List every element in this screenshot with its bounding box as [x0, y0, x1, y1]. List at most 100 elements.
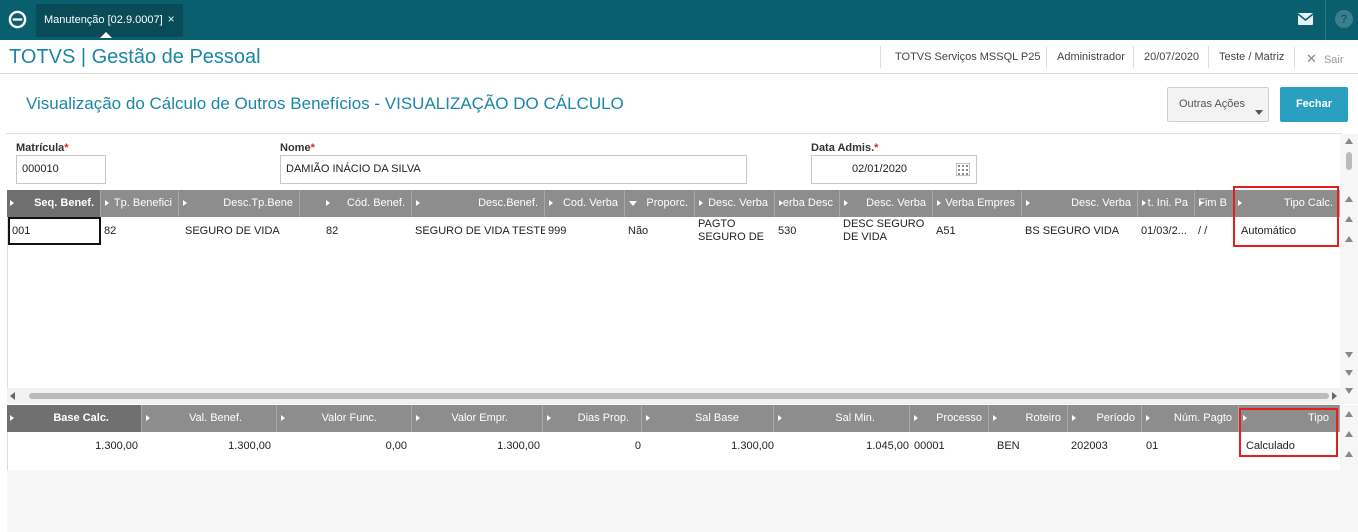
- col-fim-b[interactable]: Fim B: [1196, 190, 1234, 217]
- col-roteiro[interactable]: Roteiro: [990, 405, 1068, 432]
- cell-desc-verba: PAGTO SEGURO DE ...: [698, 218, 765, 245]
- col-verba-desc[interactable]: erba Desc: [776, 190, 840, 217]
- scroll-right-icon[interactable]: [1332, 392, 1337, 400]
- sort-icon: [914, 415, 918, 421]
- col-sal-min[interactable]: Sal Min.: [775, 405, 910, 432]
- outras-acoes-label: Outras Ações: [1179, 98, 1246, 110]
- sort-icon: [549, 200, 553, 206]
- user-label[interactable]: Administrador: [1057, 51, 1125, 63]
- col-desc-verba[interactable]: Desc. Verba: [696, 190, 775, 217]
- exit-label: Sair: [1323, 54, 1344, 66]
- nome-field[interactable]: DAMIÃO INÁCIO DA SILVA: [280, 155, 747, 184]
- scroll-left-icon[interactable]: [10, 392, 15, 400]
- cell-cod-verba: 999: [548, 225, 567, 237]
- cell-processo: 00001: [914, 440, 945, 452]
- col-proporc[interactable]: Proporc.: [626, 190, 695, 217]
- scroll-up-icon[interactable]: [1345, 451, 1353, 457]
- scroll-bottom-icon[interactable]: [1345, 388, 1353, 394]
- outras-acoes-button[interactable]: Outras Ações: [1167, 87, 1269, 122]
- cell-num-pagto: 01: [1146, 440, 1159, 452]
- cell-valor-func: 0,00: [385, 440, 407, 452]
- sort-icon: [281, 415, 285, 421]
- col-valor-func[interactable]: Valor Func.: [278, 405, 412, 432]
- data-admis-value: 02/01/2020: [852, 163, 908, 175]
- sort-icon: [778, 415, 782, 421]
- col-tp-benefici[interactable]: Tp. Benefici: [102, 190, 179, 217]
- sort-icon: [105, 200, 109, 206]
- col-desc-benef[interactable]: Desc.Benef.: [413, 190, 545, 217]
- tab-label: Manutenção [02.9.0007]: [44, 14, 163, 26]
- grid1-scrollbar[interactable]: [1340, 190, 1358, 404]
- scroll-up-icon[interactable]: [1345, 216, 1353, 222]
- col-processo[interactable]: Processo: [911, 405, 989, 432]
- grid2-empty-area: [7, 470, 1340, 532]
- sort-icon: [146, 415, 150, 421]
- sort-icon: [416, 200, 420, 206]
- scroll-down-icon[interactable]: [1345, 352, 1353, 358]
- col-sal-base[interactable]: Sal Base: [643, 405, 774, 432]
- cell-valor-empr: 1.300,00: [497, 440, 540, 452]
- col-dias-prop[interactable]: Dias Prop.: [544, 405, 642, 432]
- totvs-logo-icon[interactable]: [8, 10, 27, 29]
- scroll-top-icon[interactable]: [1345, 196, 1353, 202]
- scrollbar-thumb[interactable]: [29, 393, 1329, 399]
- sort-icon: [10, 415, 14, 421]
- calendar-icon[interactable]: [956, 163, 970, 176]
- cell-desc-benef: SEGURO DE VIDA TESTE: [415, 225, 545, 237]
- grid1-horizontal-scrollbar[interactable]: [7, 388, 1340, 404]
- cell-verba-desc: 530: [778, 225, 797, 237]
- col-cod-verba[interactable]: Cod. Verba: [546, 190, 625, 217]
- col-val-benef[interactable]: Val. Benef.: [143, 405, 277, 432]
- col-cod-benef[interactable]: Cód. Benef.: [323, 190, 412, 217]
- scroll-down-icon[interactable]: [1345, 370, 1353, 376]
- app-title: TOTVS | Gestão de Pessoal: [9, 46, 261, 68]
- scrollbar-thumb[interactable]: [1346, 152, 1352, 170]
- sort-icon: [10, 200, 14, 206]
- col-base-calc[interactable]: Base Calc.: [7, 405, 142, 432]
- mail-icon[interactable]: [1298, 13, 1313, 25]
- close-icon: ✕: [1306, 51, 1317, 66]
- sort-icon: [699, 200, 703, 206]
- tab-close-icon[interactable]: ×: [168, 12, 175, 26]
- grid2-body: 1.300,00 1.300,00 0,00 1.300,00 0 1.300,…: [7, 432, 1340, 470]
- cell-roteiro: BEN: [997, 440, 1020, 452]
- scroll-top-icon[interactable]: [1345, 411, 1353, 417]
- grid2-scrollbar[interactable]: [1340, 405, 1358, 532]
- divider: [1046, 46, 1047, 68]
- scroll-up-icon[interactable]: [1345, 236, 1353, 242]
- date-label[interactable]: 20/07/2020: [1144, 51, 1199, 63]
- form-scrollbar[interactable]: [1340, 134, 1358, 190]
- cell-cod-benef: 82: [326, 225, 339, 237]
- cell-proporc: Não: [628, 225, 649, 237]
- help-icon[interactable]: ?: [1335, 10, 1353, 28]
- cell-val-benef: 1.300,00: [228, 440, 271, 452]
- exit-button[interactable]: ✕ Sair: [1306, 51, 1344, 67]
- col-dt-ini-pag[interactable]: t. Ini. Pa: [1139, 190, 1195, 217]
- col-desc-tp-bene[interactable]: Desc.Tp.Bene: [180, 190, 300, 217]
- col-periodo[interactable]: Período: [1069, 405, 1142, 432]
- branch-label[interactable]: Teste / Matriz: [1219, 51, 1284, 63]
- page-title: Visualização do Cálculo de Outros Benefí…: [26, 94, 624, 113]
- environment-label[interactable]: TOTVS Serviços MSSQL P25: [895, 51, 1041, 63]
- data-admis-field[interactable]: 02/01/2020: [811, 155, 977, 184]
- scroll-up-icon[interactable]: [1345, 431, 1353, 437]
- col-verba-empres[interactable]: Verba Empres: [934, 190, 1022, 217]
- cell-fim-b: / /: [1198, 225, 1208, 237]
- sort-icon: [416, 415, 420, 421]
- fechar-button[interactable]: Fechar: [1280, 87, 1348, 122]
- col-desc-verba-3[interactable]: Desc. Verba: [1023, 190, 1138, 217]
- col-num-pagto[interactable]: Núm. Pagto: [1143, 405, 1239, 432]
- cell-dt-ini-pag: 01/03/2...: [1141, 225, 1187, 237]
- sort-icon: [1026, 200, 1030, 206]
- sort-icon: [1142, 200, 1146, 206]
- cell-sal-min: 1.045,00: [866, 440, 909, 452]
- col-desc-verba-2[interactable]: Desc. Verba: [841, 190, 933, 217]
- col-seq-benef[interactable]: Seq. Benef.: [7, 190, 101, 217]
- divider: [1208, 46, 1209, 68]
- cell-seq-benef: 001: [12, 225, 31, 237]
- matricula-field[interactable]: 000010: [16, 155, 106, 184]
- scroll-up-icon[interactable]: [1345, 138, 1353, 144]
- sort-icon: [547, 415, 551, 421]
- col-valor-empr[interactable]: Valor Empr.: [413, 405, 543, 432]
- sort-icon: [326, 200, 330, 206]
